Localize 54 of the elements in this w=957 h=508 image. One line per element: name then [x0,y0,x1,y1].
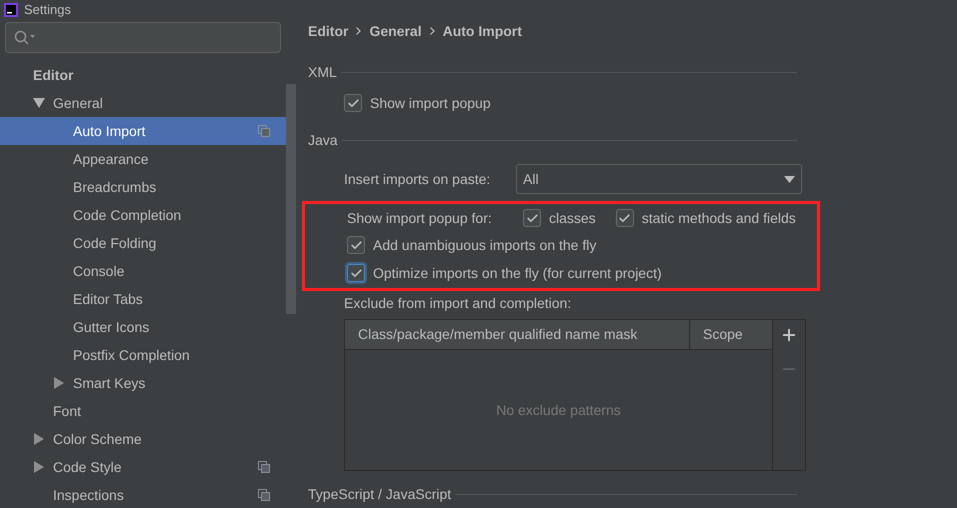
checkbox-label[interactable]: Show import popup [370,92,491,114]
checkbox-label[interactable]: Add unambiguous imports on the fly [373,234,596,256]
tree-item[interactable]: Editor [0,61,286,89]
breadcrumb-item[interactable]: General [369,20,422,42]
search-field[interactable] [5,22,281,53]
window-title: Settings [24,1,71,20]
expanded-arrow-icon[interactable] [33,97,45,109]
field-label: Exclude from import and completion: [344,294,572,313]
collapsed-arrow-icon[interactable] [33,433,45,445]
check-icon [350,238,362,252]
tree-item[interactable]: Code Folding [0,229,286,257]
field-label: Insert imports on paste: [344,170,492,189]
app-icon [4,3,18,17]
caret-icon [784,176,795,182]
section-title: TypeScript / JavaScript [308,484,452,504]
add-icon[interactable] [780,326,798,344]
tree-item[interactable]: Editor Tabs [0,285,286,313]
tree-item[interactable]: Color Scheme [0,425,286,453]
tree-item[interactable]: Appearance [0,145,286,173]
check-icon [350,266,362,280]
check-icon [618,212,632,224]
tree-item[interactable]: Smart Keys [0,369,286,397]
column-header[interactable]: Scope [690,320,772,349]
dropdown[interactable]: All [516,164,802,194]
tree-item[interactable]: Postfix Completion [0,341,286,369]
tree-item[interactable]: Inspections [0,481,286,508]
copy-icon [258,125,270,137]
check-icon [526,212,538,224]
chevron-icon [430,27,435,35]
collapsed-arrow-icon[interactable] [53,377,65,389]
search-icon [14,30,36,46]
empty-table-text: No exclude patterns [496,400,621,420]
section-title: Java [308,130,338,150]
field-label: Show import popup for: [347,208,493,228]
tree-item[interactable]: Console [0,257,286,285]
section-title: XML [308,62,337,82]
checkbox-label[interactable]: static methods and fields [642,208,796,228]
chevron-icon [356,27,362,35]
checkbox-label[interactable]: classes [549,208,596,228]
breadcrumb-item[interactable]: Auto Import [442,20,522,42]
tree-item[interactable]: Code Completion [0,201,286,229]
tree-item[interactable]: Font [0,397,286,425]
collapsed-arrow-icon[interactable] [33,461,45,473]
tree-item[interactable]: Code Style [0,453,286,481]
tree-item[interactable]: Gutter Icons [0,313,286,341]
check-icon [346,96,360,110]
column-header[interactable]: Class/package/member qualified name mask [345,320,690,349]
copy-icon [258,461,270,473]
checkbox-label[interactable]: Optimize imports on the fly (for current project) [373,262,662,284]
breadcrumb-item[interactable]: Editor [308,20,348,42]
tree-item[interactable]: Auto Import [0,117,286,145]
tree-item[interactable]: Breadcrumbs [0,173,286,201]
copy-icon [258,489,270,501]
tree-item[interactable]: General [0,89,286,117]
